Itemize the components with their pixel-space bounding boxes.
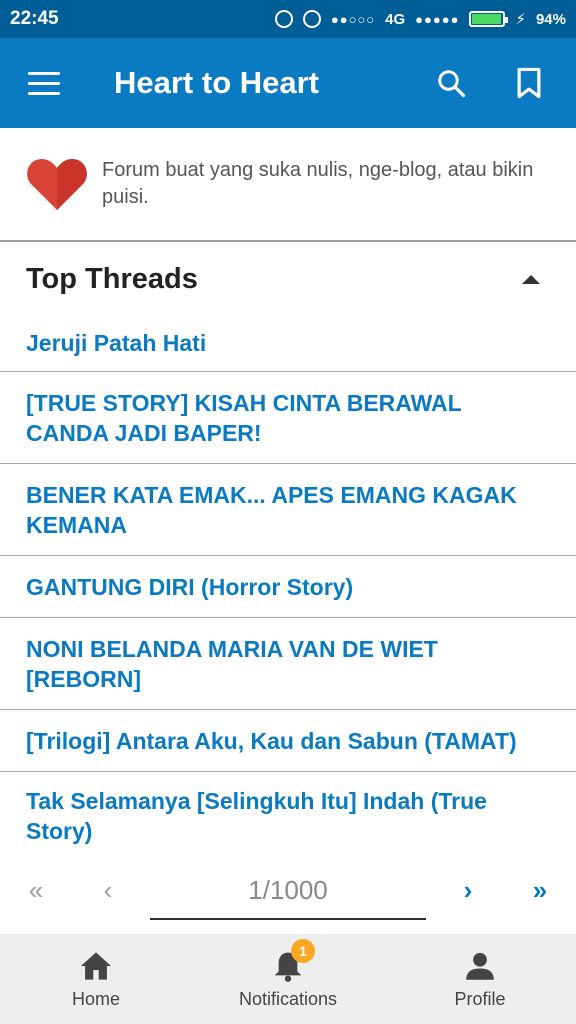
page-indicator[interactable]: 1/1000 xyxy=(150,870,426,920)
thread-item[interactable]: BENER KATA EMAK... APES EMANG KAGAK KEMA… xyxy=(0,464,576,556)
nav-profile-label: Profile xyxy=(454,988,506,1009)
nav-notifications[interactable]: 1 Notifications xyxy=(192,934,384,1024)
network-type: 4G xyxy=(385,10,406,28)
forum-description-text: Forum buat yang suka nulis, nge-blog, at… xyxy=(102,159,534,208)
battery-percent: 94% xyxy=(535,10,566,28)
nav-home[interactable]: Home xyxy=(0,934,192,1024)
lock-rotation-icon xyxy=(274,10,293,28)
nav-profile[interactable]: Profile xyxy=(384,934,576,1024)
thread-item[interactable]: GANTUNG DIRI (Horror Story) xyxy=(0,556,576,618)
notification-badge: 1 xyxy=(291,938,315,963)
next-page-button[interactable]: › xyxy=(448,870,488,910)
thread-item[interactable]: Tak Selamanya [Selingkuh Itu] Indah (Tru… xyxy=(0,772,576,860)
pagination: « ‹ 1/1000 › » xyxy=(0,860,576,924)
first-page-button[interactable]: « xyxy=(16,870,56,910)
nav-notifications-label: Notifications xyxy=(238,988,338,1009)
forum-description: Forum buat yang suka nulis, nge-blog, at… xyxy=(0,128,576,242)
thread-item[interactable]: NONI BELANDA MARIA VAN DE WIET [REBORN] xyxy=(0,618,576,710)
app-title: Heart to Heart xyxy=(114,65,319,100)
nav-home-label: Home xyxy=(71,988,120,1009)
collapse-icon[interactable] xyxy=(522,274,540,284)
bell-icon: 1 xyxy=(271,938,315,983)
heart-icon xyxy=(27,159,87,210)
thread-item[interactable]: [Trilogi] Antara Aku, Kau dan Sabun (TAM… xyxy=(0,710,576,772)
signal-icon: ●●○○○ xyxy=(330,11,376,27)
alarm-icon xyxy=(302,10,321,28)
top-threads-header[interactable]: Top Threads xyxy=(0,244,576,314)
home-icon xyxy=(79,949,113,983)
app-actions xyxy=(422,54,558,112)
status-time: 22:45 xyxy=(10,8,59,29)
thread-item[interactable]: [TRUE STORY] KISAH CINTA BERAWAL CANDA J… xyxy=(0,372,576,464)
battery-fill xyxy=(472,14,501,24)
bottom-nav: Home 1 Notifications Profile xyxy=(0,934,576,1024)
bookmark-icon[interactable] xyxy=(500,54,558,112)
thread-item[interactable]: Jeruji Patah Hati xyxy=(0,314,576,372)
battery-icon xyxy=(469,11,509,27)
thread-list: Jeruji Patah Hati [TRUE STORY] KISAH CIN… xyxy=(0,314,576,860)
app-bar: Heart to Heart xyxy=(0,38,576,128)
charging-icon: ⚡ xyxy=(515,11,526,28)
section-title: Top Threads xyxy=(26,262,198,295)
person-icon xyxy=(463,949,497,983)
last-page-button[interactable]: » xyxy=(520,870,560,910)
search-icon[interactable] xyxy=(422,54,480,112)
previous-page-button[interactable]: ‹ xyxy=(88,870,128,910)
signal-strength-icon: ●●●●● xyxy=(415,11,460,27)
status-bar: 22:45 ●●○○○ 4G ●●●●● ⚡ 94% xyxy=(0,0,576,38)
status-indicators: ●●○○○ 4G ●●●●● ⚡ 94% xyxy=(274,10,566,28)
menu-icon[interactable] xyxy=(14,53,74,113)
